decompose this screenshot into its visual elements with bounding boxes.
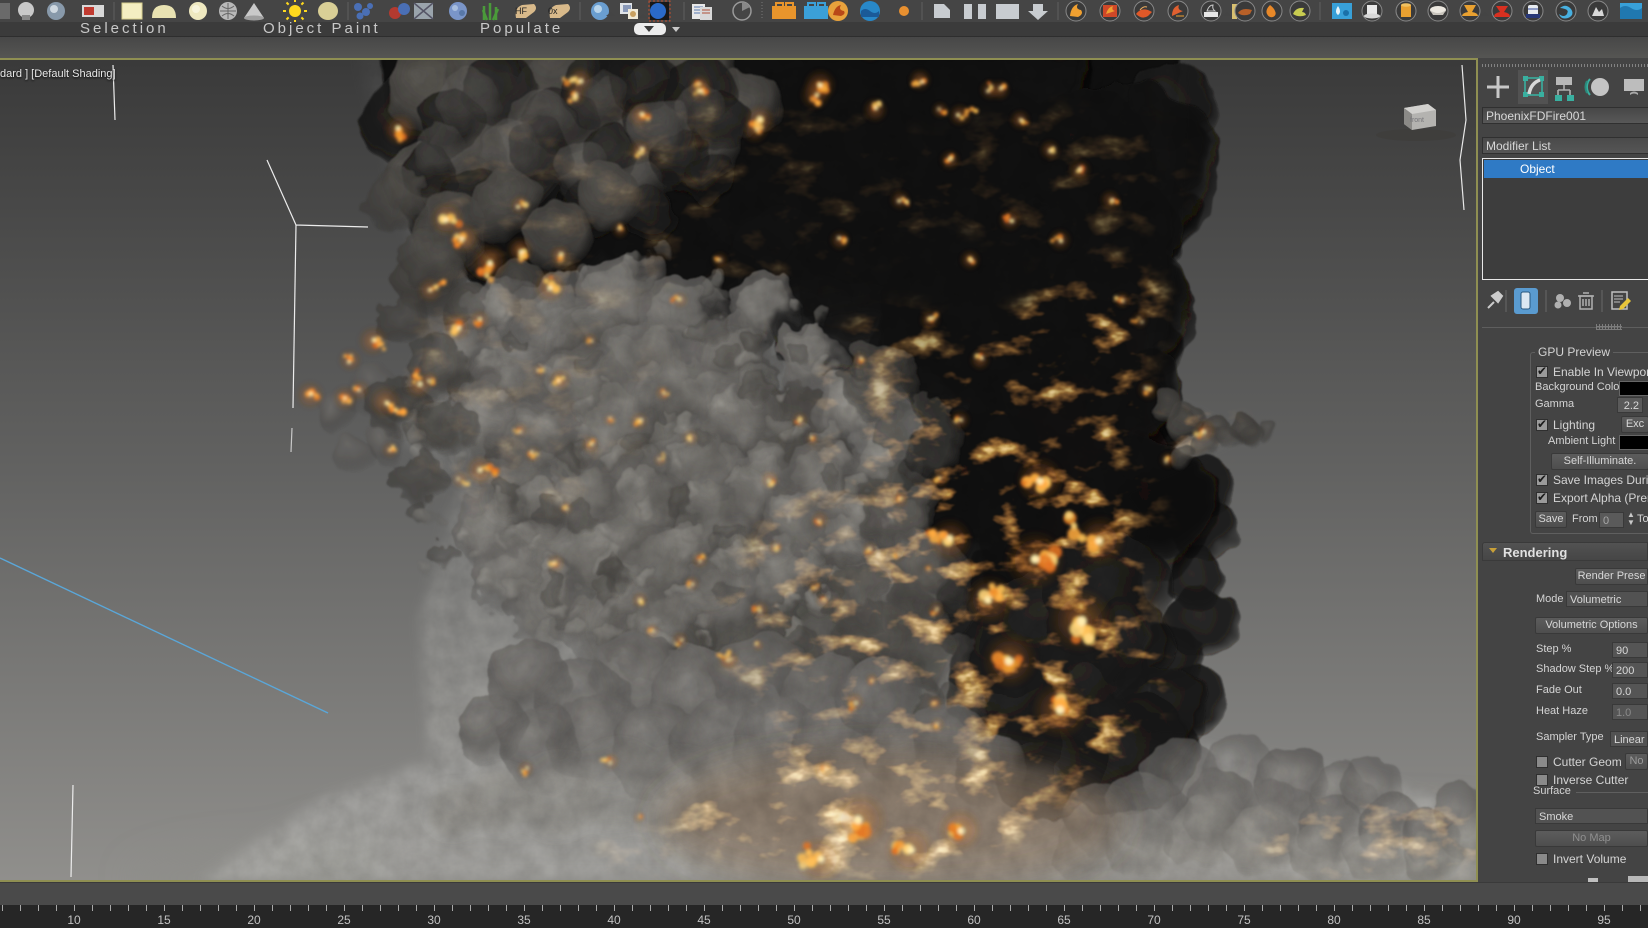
svg-text:0x: 0x bbox=[548, 6, 558, 16]
svg-text:HF: HF bbox=[515, 6, 527, 16]
svg-text:front: front bbox=[1410, 117, 1424, 124]
